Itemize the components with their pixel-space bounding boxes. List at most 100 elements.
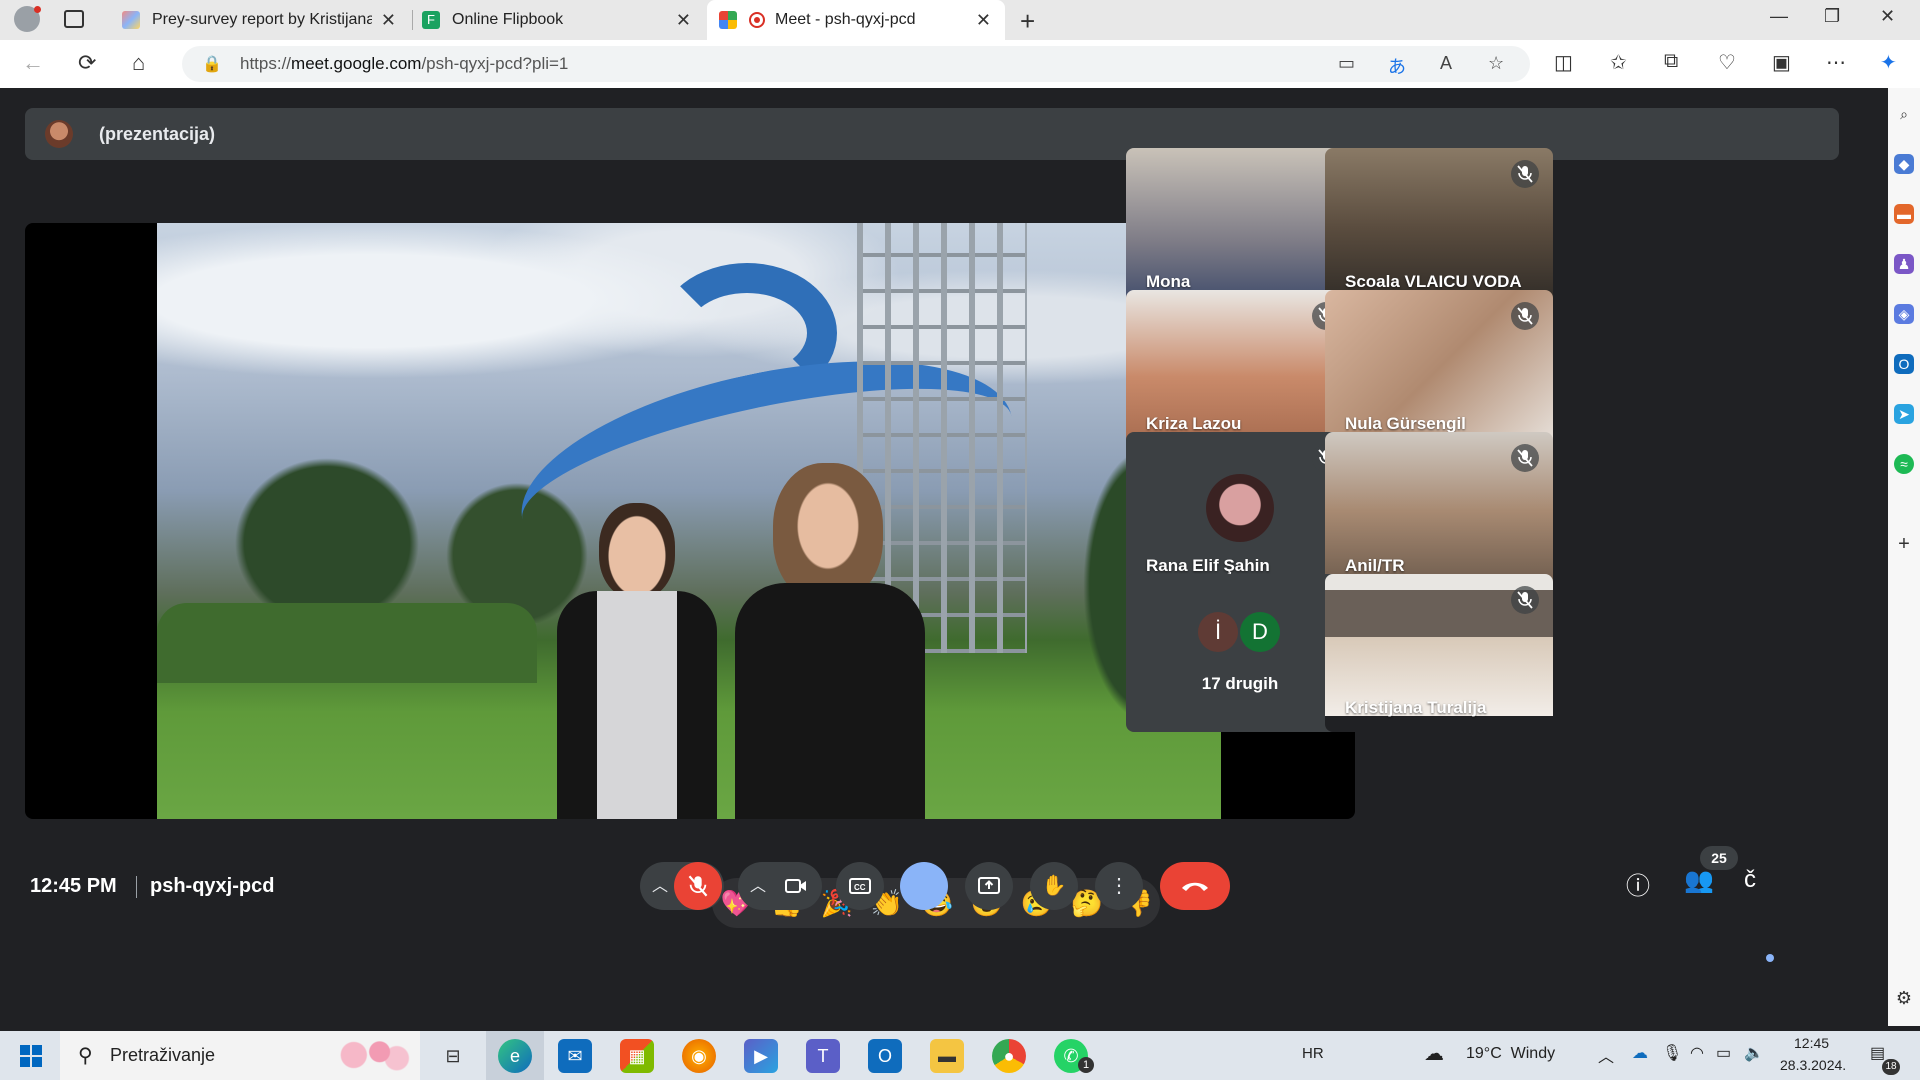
minimize-icon[interactable]: — [1770,6,1788,27]
firefox-icon[interactable]: ◉ [682,1039,716,1073]
input-language[interactable]: HR [1302,1045,1324,1062]
copilot-icon[interactable]: ✦ [1880,50,1897,75]
new-tab-button[interactable]: + [1020,6,1035,37]
presentation-video [157,223,1221,819]
participant-name: Anil/TR [1345,556,1405,575]
presentation-header: (prezentacija) [25,108,1839,160]
copilot-app-icon[interactable]: ▶ [744,1039,778,1073]
people-icon[interactable]: 👥 [1684,866,1714,895]
close-tab-icon[interactable]: ✕ [381,10,396,31]
meeting-time: 12:45 PM [30,875,117,897]
chrome-icon[interactable]: ● [992,1039,1026,1073]
more-vert-icon: ⋮ [1109,875,1129,897]
profile-notification-dot [34,6,41,13]
participant-tile[interactable]: Scoala VLAICU VODA [1325,148,1553,306]
read-aloud-icon[interactable]: A [1440,53,1452,74]
search-icon: ⚲ [78,1045,93,1067]
camera-toggle-button[interactable] [772,862,820,910]
tab-actions-icon[interactable] [64,10,84,28]
participant-tile[interactable]: Kristijana Turalija [1325,574,1553,732]
extensions-icon[interactable]: ▣ [1772,50,1791,75]
sidebar-shopping-icon[interactable]: ◆ [1894,154,1914,174]
tab-meet[interactable]: Meet - psh-qyxj-pcd ✕ [707,0,1005,40]
mic-toggle-button[interactable] [674,862,722,910]
browser-essentials-icon[interactable]: ♡ [1718,50,1736,75]
url-field[interactable]: 🔒 https://meet.google.com/psh-qyxj-pcd?p… [182,46,1530,82]
collections-icon[interactable]: ⧉ [1664,50,1678,73]
others-tile[interactable]: İ D 17 drugih [1126,574,1354,732]
divider [136,876,137,898]
sidebar-spotify-icon[interactable]: ≈ [1894,454,1914,474]
clock-date[interactable]: 28.3.2024. [1780,1057,1846,1073]
meet-favicon-icon [719,11,737,29]
favorite-star-icon[interactable]: ☆ [1488,53,1504,74]
sidebar-outlook-icon[interactable]: O [1894,354,1914,374]
more-options-button[interactable]: ⋮ [1095,862,1143,910]
teams-icon[interactable]: T [806,1039,840,1073]
show-hidden-icons-icon[interactable]: ︿ [1598,1043,1614,1067]
participant-tile[interactable]: Mona [1126,148,1354,306]
sidebar-search-icon[interactable]: ⌕ [1894,104,1914,124]
taskbar-search[interactable]: ⚲ Pretraživanje [60,1031,420,1080]
captions-button[interactable]: CC [836,862,884,910]
split-screen-icon[interactable]: ◫ [1554,50,1573,75]
meeting-details-icon[interactable]: ⓘ [1626,866,1650,901]
notification-center-icon[interactable]: ▤ [1870,1043,1885,1063]
sidebar-games-icon[interactable]: ♟ [1894,254,1914,274]
tab-prey-survey[interactable]: Prey-survey report by Kristijana T ✕ [110,0,410,40]
camera-options-chevron-icon[interactable]: ︿ [750,872,766,896]
present-screen-button[interactable] [965,862,1013,910]
battery-icon[interactable]: ▭ [1716,1043,1731,1063]
weather-text[interactable]: 19°C Windy [1466,1045,1555,1063]
sidebar-m365-icon[interactable]: ◈ [1894,304,1914,324]
task-view-icon[interactable]: ⊟ [436,1039,470,1073]
raise-hand-button[interactable]: ✋ [1030,862,1078,910]
maximize-icon[interactable]: ❐ [1824,6,1840,27]
translate-icon[interactable]: あ [1388,53,1406,79]
reload-icon[interactable]: ⟳ [78,50,96,76]
favorites-icon[interactable]: ✩ [1610,50,1627,75]
microphone-icon[interactable]: 🎙 [1662,1043,1682,1063]
participant-tile[interactable]: Anil/TR [1325,432,1553,590]
tab-label: Prey-survey report by Kristijana T [152,11,372,28]
sidebar-add-icon[interactable]: + [1894,534,1914,554]
more-menu-icon[interactable]: ⋯ [1826,50,1846,75]
volume-icon[interactable]: 🔈 [1744,1043,1764,1063]
participant-tile[interactable]: Kriza Lazou [1126,290,1354,448]
wifi-icon[interactable]: ◠ [1690,1043,1704,1063]
mail-icon[interactable]: ✉ [558,1039,592,1073]
flipbook-favicon-icon: F [422,11,440,29]
camera-in-use-icon[interactable]: ▭ [1338,53,1355,74]
close-tab-icon[interactable]: ✕ [976,10,991,31]
tab-online-flipbook[interactable]: F Online Flipbook ✕ [410,0,705,40]
back-icon[interactable]: ← [22,50,44,76]
participant-name: Scoala VLAICU VODA [1345,272,1522,291]
file-explorer-icon[interactable]: ▬ [930,1039,964,1073]
weather-icon[interactable]: ☁ [1424,1041,1444,1066]
sidebar-send-icon[interactable]: ➤ [1894,404,1914,424]
whatsapp-badge: 1 [1078,1057,1094,1073]
edge-browser-icon[interactable]: e [498,1039,532,1073]
onedrive-icon[interactable]: ☁ [1632,1043,1648,1063]
close-window-icon[interactable]: ✕ [1880,6,1895,27]
windows-start-icon[interactable] [20,1045,42,1067]
captions-icon: CC [849,878,871,894]
send-reaction-button[interactable] [900,862,948,910]
participant-tile[interactable]: Nula Gürsengil [1325,290,1553,448]
activities-letter-icon[interactable]: č [1744,866,1756,894]
mic-options-chevron-icon[interactable]: ︿ [652,872,668,896]
windows-taskbar: ⚲ Pretraživanje ⊟ e ✉ ▦ ◉ ▶ T O ▬ ● ✆ 1 … [0,1031,1920,1080]
others-count-label: 17 drugih [1201,674,1279,693]
leave-call-button[interactable] [1160,862,1230,910]
close-tab-icon[interactable]: ✕ [676,10,691,31]
microsoft-store-icon[interactable]: ▦ [620,1039,654,1073]
outlook-icon[interactable]: O [868,1039,902,1073]
participant-tile[interactable]: Rana Elif Şahin [1126,432,1354,590]
sidebar-settings-icon[interactable]: ⚙ [1894,988,1914,1008]
clock-time[interactable]: 12:45 [1794,1035,1829,1051]
home-icon[interactable]: ⌂ [132,50,145,76]
sidebar-tools-icon[interactable]: ▬ [1894,204,1914,224]
mic-off-icon [1511,302,1539,330]
other-initial-avatar: D [1240,612,1280,652]
url-text[interactable]: https://meet.google.com/psh-qyxj-pcd?pli… [240,54,568,74]
